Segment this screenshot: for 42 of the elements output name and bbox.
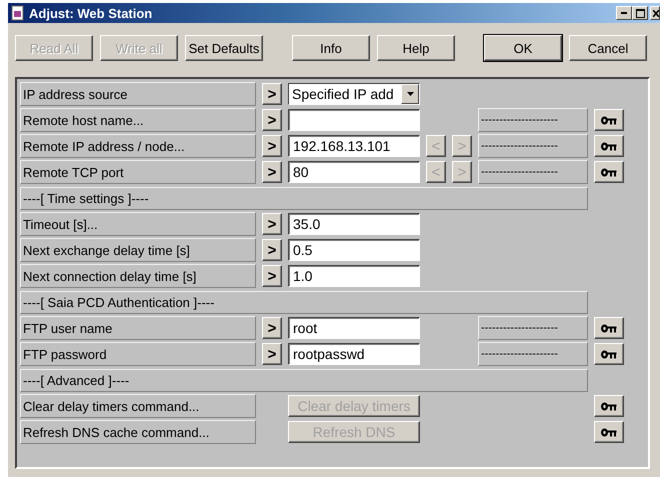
value-field[interactable]: rootpasswd (288, 343, 420, 365)
setting-label: Next connection delay time [s] (20, 264, 256, 288)
value-field[interactable]: 35.0 (288, 213, 420, 235)
toolbar-button[interactable]: Help (377, 35, 455, 61)
toolbar-button[interactable]: Info (292, 35, 370, 61)
setting-label: Remote IP address / node... (20, 134, 256, 158)
setting-label: Remote host name... (20, 108, 256, 132)
toolbar-button[interactable]: Set Defaults (185, 35, 263, 61)
section-heading: ----[ Time settings ]---- (20, 187, 588, 210)
status-value: --------------------- (478, 342, 588, 366)
edit-button[interactable]: > (262, 239, 282, 261)
value-field[interactable]: 80 (288, 161, 420, 183)
status-value: --------------------- (478, 108, 588, 132)
status-value: --------------------- (478, 134, 588, 158)
edit-button[interactable]: > (262, 265, 282, 287)
edit-button[interactable]: > (262, 213, 282, 235)
setting-label: Timeout [s]... (20, 212, 256, 236)
status-value: --------------------- (478, 160, 588, 184)
edit-button[interactable]: > (262, 83, 282, 105)
toolbar-button[interactable]: OK (484, 35, 562, 61)
window-title: Adjust: Web Station (29, 6, 152, 20)
edit-button[interactable]: > (262, 161, 282, 183)
command-label: Refresh DNS cache command... (20, 420, 256, 444)
value-field[interactable]: 192.168.13.101 (288, 135, 420, 157)
value-field[interactable]: 0.5 (288, 239, 420, 261)
section-heading: ----[ Saia PCD Authentication ]---- (20, 291, 588, 314)
value-field[interactable]: 1.0 (288, 265, 420, 287)
command-label: Clear delay timers command... (20, 394, 256, 418)
setting-label: Remote TCP port (20, 160, 256, 184)
setting-label: Next exchange delay time [s] (20, 238, 256, 262)
status-value: --------------------- (478, 316, 588, 340)
source-dropdown[interactable]: Specified IP add (288, 83, 420, 105)
edit-button[interactable]: > (262, 343, 282, 365)
edit-button[interactable]: > (262, 109, 282, 131)
setting-label: FTP password (20, 342, 256, 366)
section-heading: ----[ Advanced ]---- (20, 369, 588, 392)
setting-label: IP address source (20, 82, 256, 106)
setting-label: FTP user name (20, 316, 256, 340)
value-field[interactable]: root (288, 317, 420, 339)
toolbar-button[interactable]: Cancel (569, 35, 647, 61)
edit-button[interactable]: > (262, 135, 282, 157)
edit-button[interactable]: > (262, 317, 282, 339)
